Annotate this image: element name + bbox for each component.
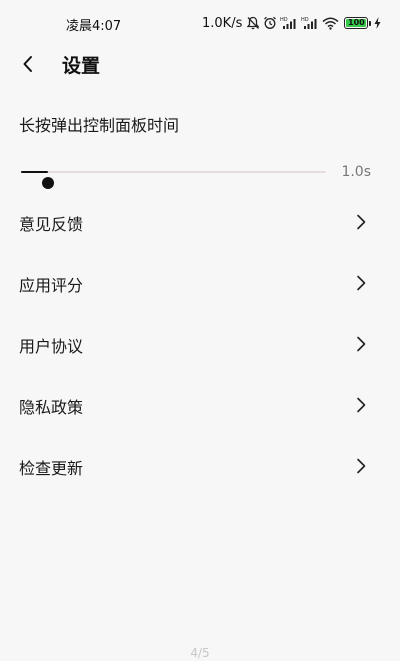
alarm-icon [263, 16, 277, 30]
back-button[interactable] [14, 52, 42, 76]
settings-screen: 凌晨4:07 1.0K/s HD HD 100 设置 长按弹出控制面板时间 1.… [0, 0, 400, 661]
menu-item-label: 应用评分 [19, 276, 84, 295]
svg-text:HD: HD [280, 17, 288, 23]
long-press-time-label: 长按弹出控制面板时间 [19, 116, 180, 135]
battery-level: 100 [346, 18, 367, 27]
chevron-right-icon [352, 211, 370, 233]
menu-item-label: 隐私政策 [19, 398, 84, 417]
hd-signal-icon: HD [301, 16, 319, 30]
slider-value: 1.0s [341, 164, 371, 180]
battery-icon: 100 [344, 17, 369, 29]
slider-fill [21, 171, 49, 173]
slider-thumb[interactable] [42, 177, 55, 189]
chevron-right-icon [352, 455, 370, 477]
menu-item-check-update[interactable]: 检查更新 [0, 441, 400, 491]
menu-item-label: 意见反馈 [19, 215, 84, 234]
chevron-right-icon [352, 394, 370, 416]
menu-item-rate-app[interactable]: 应用评分 [0, 258, 400, 308]
menu-item-user-agreement[interactable]: 用户协议 [0, 319, 400, 369]
long-press-time-slider[interactable]: 1.0s [19, 160, 381, 189]
mute-icon [246, 16, 260, 30]
battery-tip [369, 20, 372, 26]
status-bar: 凌晨4:07 1.0K/s HD HD 100 [0, 0, 400, 44]
page-title: 设置 [62, 55, 101, 77]
menu-item-privacy-policy[interactable]: 隐私政策 [0, 380, 400, 430]
svg-text:HD: HD [301, 17, 309, 23]
header: 设置 [0, 44, 400, 84]
wifi-icon [322, 17, 339, 30]
menu-item-label: 用户协议 [19, 337, 84, 356]
status-icons: 1.0K/s HD HD 100 [202, 12, 384, 34]
menu-item-label: 检查更新 [19, 459, 84, 478]
charging-icon [374, 17, 381, 29]
slider-track[interactable] [21, 171, 326, 189]
hd-signal-icon: HD [280, 16, 298, 30]
chevron-left-icon [23, 56, 32, 72]
chevron-right-icon [352, 272, 370, 294]
page-indicator: 4/5 [190, 646, 210, 660]
status-time: 凌晨4:07 [66, 19, 122, 34]
network-speed: 1.0K/s [202, 15, 243, 31]
menu-item-feedback[interactable]: 意见反馈 [0, 197, 400, 247]
chevron-right-icon [352, 333, 370, 355]
